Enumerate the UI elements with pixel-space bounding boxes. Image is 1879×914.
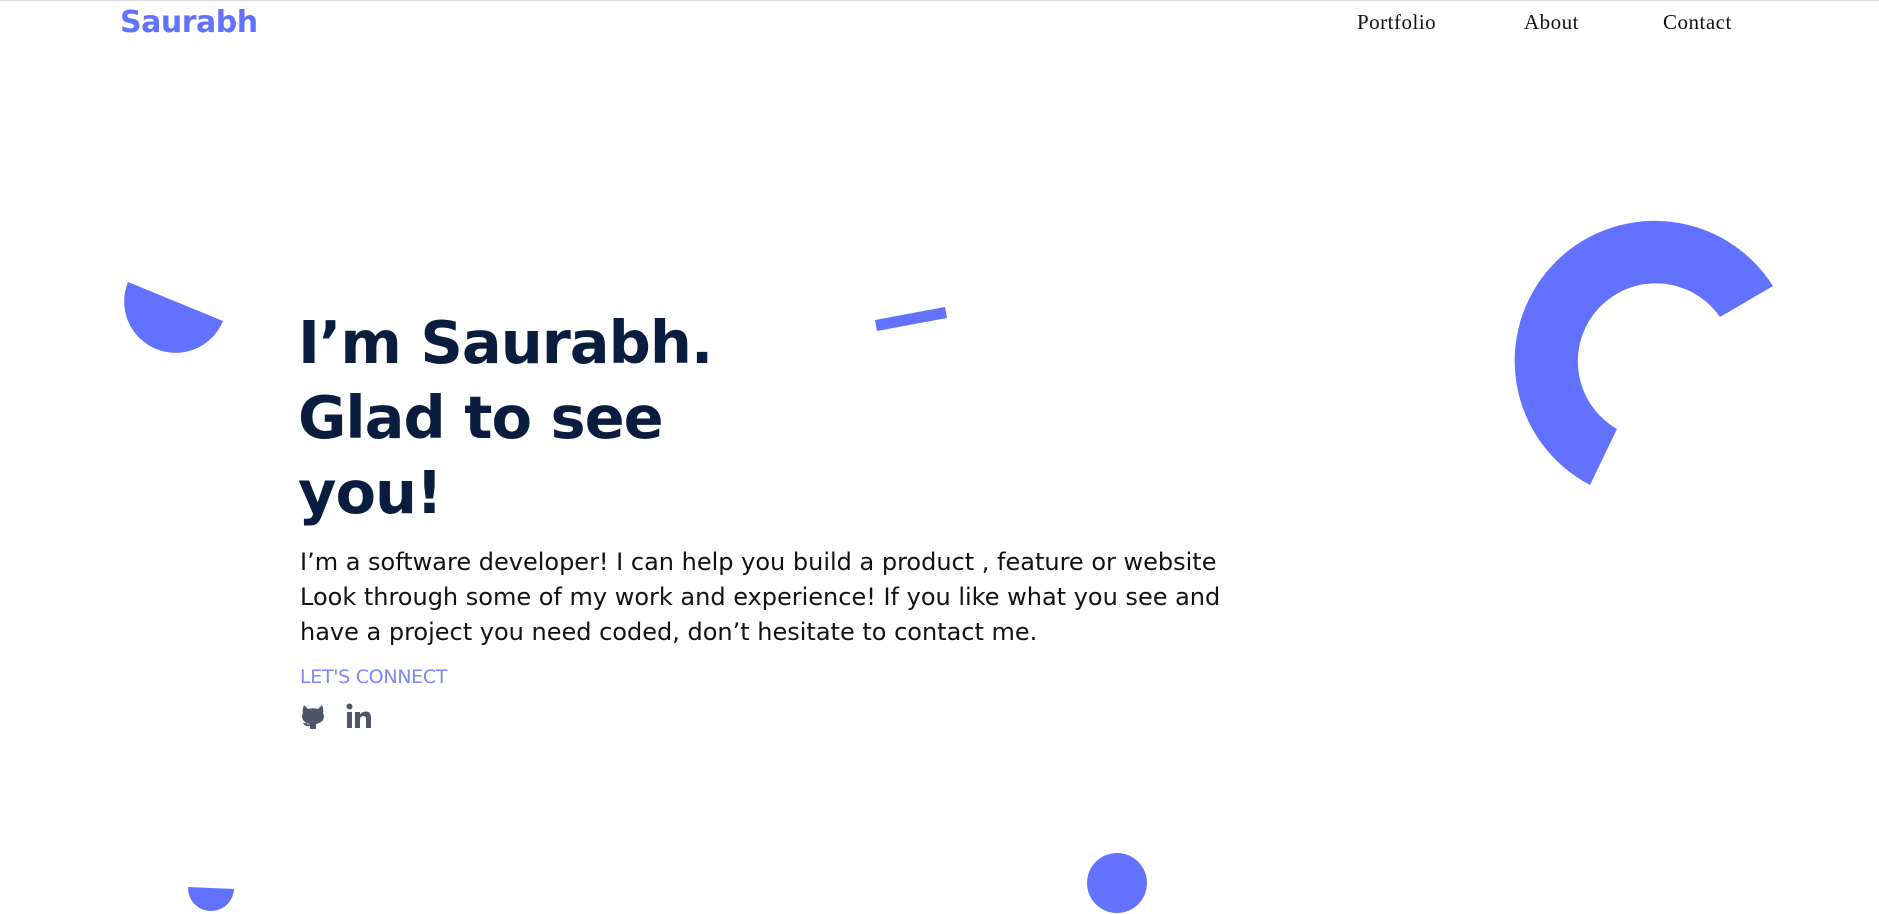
intro-line: have a project you need coded, don’t hes…	[300, 618, 1038, 646]
intro-line: Look through some of my work and experie…	[300, 583, 1221, 611]
github-icon	[302, 705, 324, 729]
top-border	[0, 0, 1879, 1]
intro-line: I’m a software developer! I can help you…	[300, 548, 1217, 576]
headline-line: you!	[298, 458, 443, 527]
circle-shape	[1087, 853, 1147, 913]
bar-shape	[875, 307, 947, 331]
linkedin-icon	[346, 703, 371, 728]
nav-link-contact[interactable]: Contact	[1663, 10, 1732, 35]
github-link[interactable]	[299, 702, 327, 730]
nav-link-portfolio[interactable]: Portfolio	[1357, 10, 1436, 35]
hero-headline: I’m Saurabh. Glad to see you!	[298, 305, 713, 530]
ring-arc-shape	[1514, 220, 1773, 486]
main-nav: Portfolio About Contact	[0, 10, 1879, 40]
headline-line: Glad to see	[298, 383, 664, 452]
linkedin-link[interactable]	[345, 702, 373, 730]
half-circle-shape	[124, 282, 223, 353]
lets-connect-label: LET'S CONNECT	[300, 666, 448, 688]
headline-line: I’m Saurabh.	[298, 308, 713, 377]
hero-intro: I’m a software developer! I can help you…	[300, 545, 1260, 650]
nav-link-about[interactable]: About	[1524, 10, 1579, 35]
semicircle-shape	[187, 887, 234, 912]
